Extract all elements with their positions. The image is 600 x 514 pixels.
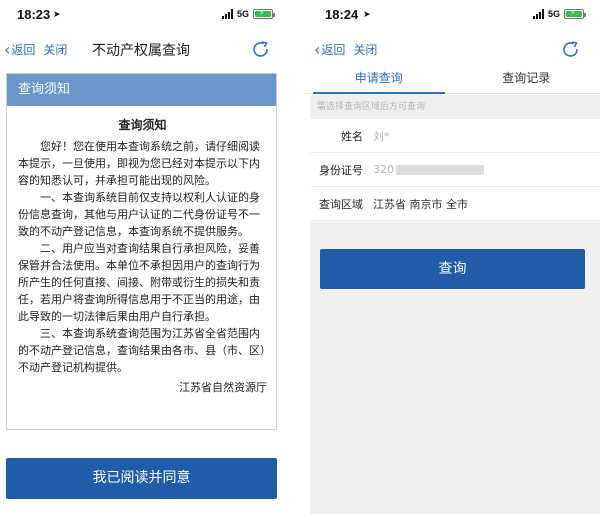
back-label: 返回 — [11, 43, 36, 57]
right-screen: 18:24 ➤ 5G ⚡ ‹ 返回 关闭 申请查询 查询记录 需选择查询区域后方… — [305, 0, 600, 514]
signal-icon — [221, 9, 233, 19]
network-type: 5G — [236, 9, 249, 19]
back-label: 返回 — [321, 43, 346, 57]
status-bar: 18:23 ➤ 5G ⚡ — [0, 0, 287, 34]
status-indicators: 5G ⚡ — [221, 8, 275, 19]
battery-icon: ⚡ — [564, 8, 586, 19]
notice-title: 查询须知 — [118, 118, 167, 132]
redacted-block — [396, 165, 484, 175]
left-screen: 18:23 ➤ 5G ⚡ ‹ 返回 关闭 不动产权属查询 查询须知 查询须知 您… — [0, 0, 287, 514]
notice-panel: 查询须知 查询须知 您好！您在使用本查询系统之前，请仔细阅读本提示，一旦使用，即… — [6, 73, 277, 430]
notice-paragraph: 一、本查询系统目前仅支持以权利人认证的身份信息查询，其他与用户认证的二代身份证号… — [18, 191, 260, 238]
network-type: 5G — [547, 9, 560, 19]
close-button[interactable]: 关闭 — [353, 41, 377, 58]
tab-bar: 申请查询 查询记录 — [305, 66, 600, 94]
hint-text: 需选择查询区域后方可查询 — [310, 95, 600, 119]
id-label: 身份证号 — [319, 163, 363, 177]
name-field[interactable]: 刘* — [373, 128, 600, 144]
query-form: 姓名 刘* 身份证号 320 查询区域 江苏省 南京市 全市 — [310, 119, 600, 221]
battery-icon: ⚡ — [253, 8, 275, 19]
page-title: 不动产权属查询 — [92, 43, 190, 59]
region-select[interactable]: 江苏省 南京市 全市 — [373, 196, 600, 212]
status-time: 18:23 — [17, 7, 51, 22]
close-button[interactable]: 关闭 — [43, 41, 67, 58]
status-time: 18:24 — [325, 7, 359, 22]
refresh-icon[interactable] — [561, 40, 581, 60]
notice-signature: 江苏省自然资源厅 — [179, 381, 267, 394]
name-label: 姓名 — [341, 129, 363, 143]
nav-bar: ‹ 返回 关闭 不动产权属查询 — [0, 34, 287, 66]
notice-paragraph: 您好！您在使用本查询系统之前，请仔细阅读本提示，一旦使用，即视为您已经对本提示以… — [18, 140, 260, 187]
refresh-icon[interactable] — [251, 40, 271, 60]
query-button[interactable]: 查询 — [320, 249, 585, 289]
chevron-left-icon: ‹ — [4, 39, 11, 59]
region-label: 查询区域 — [319, 197, 363, 211]
back-button[interactable]: ‹ 返回 关闭 — [4, 41, 67, 58]
nav-bar: ‹ 返回 关闭 — [305, 34, 600, 66]
notice-body: 查询须知 您好！您在使用本查询系统之前，请仔细阅读本提示，一旦使用，即视为您已经… — [7, 106, 276, 395]
tab-query-records[interactable]: 查询记录 — [453, 66, 600, 93]
status-bar: 18:24 ➤ 5G ⚡ — [305, 0, 600, 34]
notice-paragraph: 二、用户应当对查询结果自行承担风险，妥善保管并合法使用。本单位不承担因用户的查询… — [18, 242, 260, 323]
location-arrow-icon: ➤ — [363, 10, 371, 20]
status-indicators: 5G ⚡ — [532, 8, 586, 19]
signal-icon — [532, 9, 544, 19]
notice-header: 查询须知 — [7, 74, 276, 106]
back-button[interactable]: ‹ 返回 关闭 — [314, 41, 377, 58]
name-row: 姓名 刘* — [310, 119, 600, 153]
agree-button[interactable]: 我已阅读并同意 — [6, 458, 277, 499]
id-row: 身份证号 320 — [310, 153, 600, 187]
tab-apply-query[interactable]: 申请查询 — [305, 66, 453, 94]
notice-paragraph: 三、本查询系统查询范围为江苏省全省范围内的不动产登记信息，查询结果由各市、县（市… — [18, 327, 266, 374]
id-number-field[interactable]: 320 — [373, 163, 600, 176]
location-arrow-icon: ➤ — [53, 10, 61, 20]
region-row: 查询区域 江苏省 南京市 全市 — [310, 187, 600, 221]
chevron-left-icon: ‹ — [314, 39, 321, 59]
id-number-prefix: 320 — [373, 163, 394, 176]
